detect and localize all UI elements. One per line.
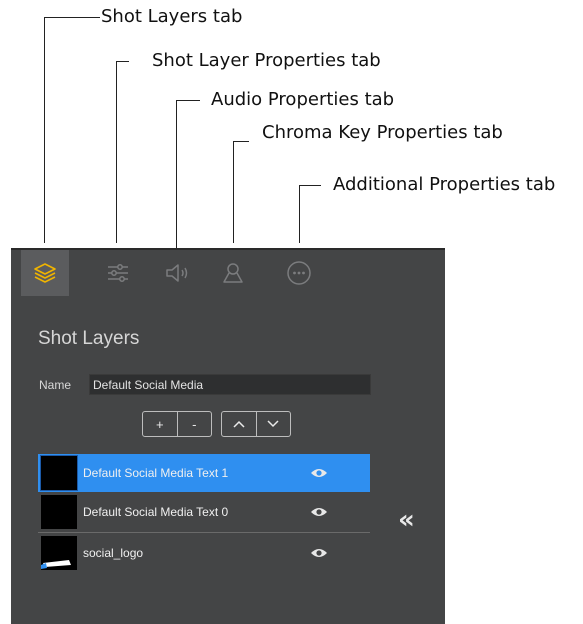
properties-panel: Shot Layers Name Default Social Media + … [11, 248, 445, 624]
layer-row[interactable]: Default Social Media Text 1 [38, 454, 370, 492]
collapse-panel-button[interactable]: « [398, 505, 415, 535]
callout-line [299, 185, 300, 243]
callout-label-shot-layers-tab: Shot Layers tab [101, 6, 243, 27]
tab-shot-layers[interactable] [21, 250, 69, 296]
eye-icon[interactable] [310, 467, 328, 479]
callout-label-chroma-key-properties-tab: Chroma Key Properties tab [262, 122, 503, 143]
layer-row[interactable]: social_logo [38, 534, 370, 572]
tab-bar [11, 250, 445, 296]
tab-chroma-key-properties[interactable] [209, 250, 257, 296]
layer-row[interactable]: Default Social Media Text 0 [38, 493, 370, 531]
sliders-icon [108, 264, 128, 282]
speaker-icon [166, 264, 188, 282]
layer-name: social_logo [83, 546, 144, 560]
callout-line [233, 141, 234, 243]
tab-additional-properties[interactable] [275, 250, 323, 296]
callout-line [116, 61, 129, 62]
callout-line [176, 100, 177, 260]
name-field[interactable]: Default Social Media [89, 374, 371, 395]
chevron-down-icon [267, 420, 279, 428]
callout-label-shot-layer-properties-tab: Shot Layer Properties tab [152, 50, 381, 71]
more-icon [287, 261, 311, 285]
layers-icon [34, 263, 56, 283]
add-remove-group: + - [142, 411, 212, 437]
move-down-button[interactable] [255, 412, 291, 436]
callout-line [44, 17, 45, 243]
section-title: Shot Layers [38, 328, 140, 349]
row-separator [38, 532, 370, 533]
callout-label-additional-properties-tab: Additional Properties tab [333, 174, 556, 195]
remove-layer-button[interactable]: - [176, 412, 212, 436]
callout-line [233, 141, 249, 142]
move-up-button[interactable] [222, 412, 256, 436]
eye-icon[interactable] [310, 547, 328, 559]
eye-icon[interactable] [310, 506, 328, 518]
callout-line [299, 185, 321, 186]
person-icon [223, 263, 243, 283]
callout-line [176, 100, 200, 101]
add-layer-button[interactable]: + [143, 412, 177, 436]
callout-line [116, 61, 117, 243]
layer-name: Default Social Media Text 0 [83, 505, 229, 519]
name-label: Name [39, 378, 72, 392]
logo-thumbnail-graphic [41, 560, 71, 569]
layer-thumbnail [41, 536, 77, 570]
tab-shot-layer-properties[interactable] [94, 250, 142, 296]
layer-thumbnail [40, 455, 78, 491]
layer-name: Default Social Media Text 1 [83, 466, 229, 480]
callout-label-audio-properties-tab: Audio Properties tab [211, 89, 395, 110]
layer-thumbnail [41, 495, 77, 529]
chevron-up-icon [233, 420, 245, 428]
reorder-group [221, 411, 291, 437]
callout-line [44, 17, 100, 18]
tab-audio-properties[interactable] [153, 250, 201, 296]
